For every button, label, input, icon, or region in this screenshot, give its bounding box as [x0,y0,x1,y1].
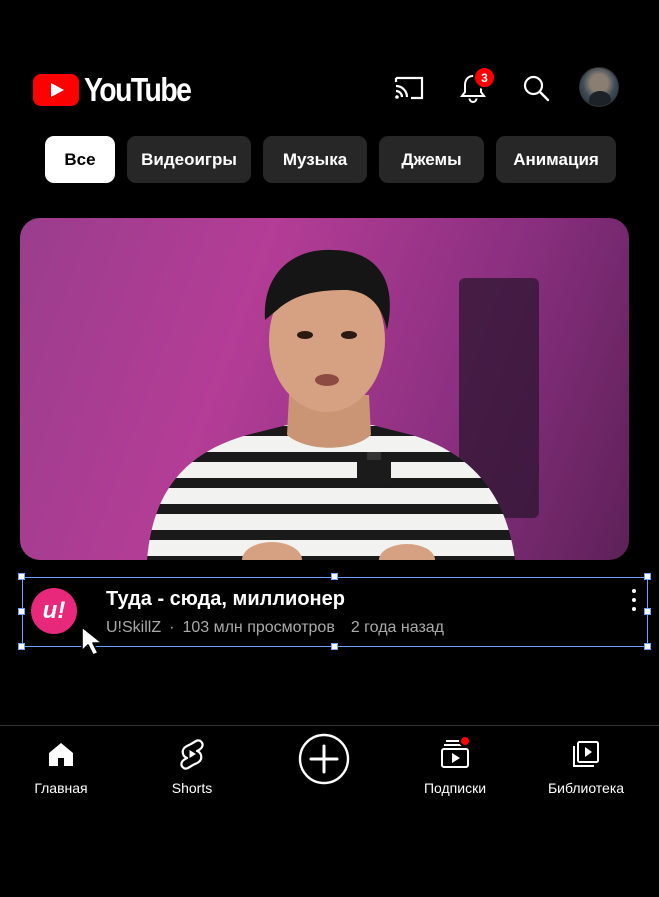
library-icon [573,741,599,767]
more-options-button[interactable] [627,589,641,611]
kebab-dot [632,598,636,602]
top-app-bar: YouTube [0,56,659,120]
nav-subscriptions[interactable]: Подписки [400,735,510,796]
thumbnail-person-image [147,249,515,560]
youtube-play-icon [33,74,79,106]
selection-handle[interactable] [18,608,25,615]
logo-text: YouTube [84,71,192,108]
mouse-cursor-icon [81,626,103,656]
video-subtitle: U!SkillZ · 103 млн просмотров 2 года наз… [106,619,444,637]
search-icon [523,75,550,102]
home-icon [49,743,73,766]
nav-create[interactable] [269,733,379,785]
nav-home-label: Главная [34,780,88,796]
video-title[interactable]: Туда - сюда, миллионер [106,588,345,611]
create-icon [298,733,350,785]
selection-handle[interactable] [644,573,651,580]
selection-handle[interactable] [644,608,651,615]
selection-handle[interactable] [18,573,25,580]
shorts-icon [180,739,204,770]
nav-subscriptions-label: Подписки [423,780,487,796]
nav-shorts[interactable]: Shorts [137,738,247,796]
nav-home[interactable]: Главная [6,738,116,796]
chip-animation[interactable]: Анимация [496,136,616,183]
channel-name[interactable]: U!SkillZ [106,619,161,637]
search-button[interactable] [516,68,556,108]
bottom-navigation: Главная Shorts Подписки Библиотека [0,726,659,806]
channel-avatar[interactable]: u! [31,588,77,634]
account-avatar[interactable] [579,67,619,107]
upload-age: 2 года назад [350,619,445,636]
new-content-dot [459,735,471,747]
nav-shorts-label: Shorts [171,780,213,796]
separator: · [169,619,175,636]
nav-library[interactable]: Библиотека [531,738,641,796]
chip-music[interactable]: Музыка [263,136,367,183]
kebab-dot [632,607,636,611]
kebab-dot [632,589,636,593]
cast-button[interactable] [389,68,429,108]
video-info-row[interactable]: u! Туда - сюда, миллионер U!SkillZ · 103… [18,573,651,656]
youtube-logo[interactable]: YouTube [33,71,208,109]
chip-videogames[interactable]: Видеоигры [127,136,251,183]
selection-handle[interactable] [18,643,25,650]
chip-jams[interactable]: Джемы [379,136,484,183]
chip-all[interactable]: Все [45,136,115,183]
category-chips: Все Видеоигры Музыка Джемы Анимация [45,136,616,183]
selection-handle[interactable] [644,643,651,650]
nav-library-label: Библиотека [547,780,625,796]
selection-handle[interactable] [331,573,338,580]
view-count: 103 млн просмотров [182,619,335,636]
notification-badge: 3 [473,66,496,89]
video-thumbnail[interactable] [20,218,629,560]
cast-icon [394,76,424,100]
selection-handle[interactable] [331,643,338,650]
